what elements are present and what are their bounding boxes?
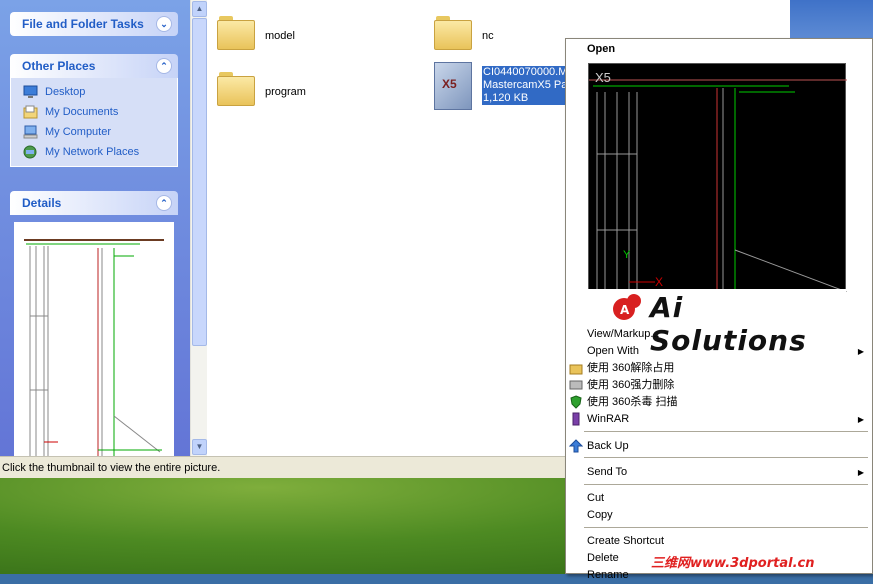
desktop-icon xyxy=(23,85,38,98)
menu-label: Open xyxy=(587,43,616,55)
folder-label: nc xyxy=(482,30,494,42)
folder-icon xyxy=(217,72,255,106)
other-places-header[interactable]: Other Places ⌃ xyxy=(10,54,178,78)
scroll-up-button[interactable]: ▲ xyxy=(192,1,207,17)
menu-open-with[interactable]: Open With ▶ xyxy=(566,343,872,360)
menu-label: 使用 360杀毒 扫描 xyxy=(587,396,678,408)
menu-label: View/Markup... xyxy=(587,328,660,340)
preview-version-label: X5 xyxy=(595,70,611,85)
expand-chevron-icon[interactable]: ⌄ xyxy=(156,16,172,32)
place-label: My Documents xyxy=(45,106,119,118)
menu-cut[interactable]: Cut xyxy=(566,490,872,507)
file-size: 1,120 KB xyxy=(483,92,529,104)
backup-icon xyxy=(569,439,583,453)
file-folder-tasks-panel: File and Folder Tasks ⌄ xyxy=(10,12,178,36)
details-thumbnail[interactable] xyxy=(14,222,174,456)
task-pane: File and Folder Tasks ⌄ Other Places ⌃ D… xyxy=(0,0,190,456)
menu-360-force-delete[interactable]: 使用 360强力删除 xyxy=(566,377,872,394)
menu-label: Rename xyxy=(587,569,629,581)
cad-preview: X5 X Y xyxy=(588,63,848,293)
place-label: My Computer xyxy=(45,126,112,138)
folder-item-model[interactable]: model xyxy=(217,8,337,54)
menu-label: Back Up xyxy=(587,440,629,452)
menu-separator xyxy=(584,457,868,458)
selected-file-text: CI0440070000.M MastercamX5 Par 1,120 KB xyxy=(482,66,568,105)
menu-back-up[interactable]: Back Up xyxy=(566,438,872,455)
file-folder-tasks-header[interactable]: File and Folder Tasks ⌄ xyxy=(10,12,178,36)
unlock-360-icon xyxy=(569,364,583,375)
collapse-chevron-icon[interactable]: ⌃ xyxy=(156,58,172,74)
place-my-documents[interactable]: My Documents xyxy=(11,102,177,122)
svg-text:A: A xyxy=(620,303,630,317)
my-computer-icon xyxy=(23,125,38,139)
folder-item-program[interactable]: program xyxy=(217,64,337,110)
folder-icon xyxy=(217,16,255,50)
mastercam-file-icon: X5 xyxy=(434,62,472,110)
shredder-icon xyxy=(569,380,583,390)
status-text: Click the thumbnail to view the entire p… xyxy=(2,462,221,474)
menu-label: Delete xyxy=(587,552,619,564)
menu-360-unlock[interactable]: 使用 360解除占用 xyxy=(566,360,872,377)
file-name: CI0440070000.M xyxy=(483,66,568,78)
details-title: Details xyxy=(22,196,62,210)
menu-label: 使用 360强力删除 xyxy=(587,379,675,391)
ai-solutions-logo: A Ai Solutions xyxy=(588,289,846,357)
cad-drawing-thumbnail xyxy=(24,239,164,456)
place-label: Desktop xyxy=(45,86,86,98)
network-places-icon xyxy=(23,145,37,159)
menu-send-to[interactable]: Send To ▶ xyxy=(566,464,872,481)
site-watermark: 三维网www.3dportal.cn xyxy=(651,556,815,571)
vertical-scrollbar[interactable]: ▲ ▼ xyxy=(190,0,207,456)
ai-logo-icon: A xyxy=(613,294,641,320)
cad-preview-drawing: X5 X Y xyxy=(589,70,848,293)
collapse-chevron-icon[interactable]: ⌃ xyxy=(156,195,172,211)
menu-create-shortcut[interactable]: Create Shortcut xyxy=(566,533,872,550)
menu-label: WinRAR xyxy=(587,413,630,425)
context-menu: Open X5 X Y A Ai Solutions View/Markup..… xyxy=(565,38,873,581)
scroll-thumb[interactable] xyxy=(192,18,207,346)
menu-winrar[interactable]: WinRAR ▶ xyxy=(566,411,872,428)
my-documents-icon xyxy=(23,105,38,119)
submenu-arrow-icon: ▶ xyxy=(857,347,864,356)
svg-text:X: X xyxy=(655,275,663,289)
svg-text:Y: Y xyxy=(623,249,631,261)
menu-separator xyxy=(584,431,868,432)
place-desktop[interactable]: Desktop xyxy=(11,82,177,102)
menu-label: 使用 360解除占用 xyxy=(587,362,675,374)
other-places-panel: Other Places ⌃ Desktop My Documents My C… xyxy=(10,54,178,167)
submenu-arrow-icon: ▶ xyxy=(857,468,864,477)
submenu-arrow-icon: ▶ xyxy=(857,415,864,424)
folder-item-nc[interactable]: nc xyxy=(434,8,554,54)
details-panel: Details ⌃ xyxy=(10,191,178,215)
menu-360-scan[interactable]: 使用 360杀毒 扫描 xyxy=(566,394,872,411)
place-my-computer[interactable]: My Computer xyxy=(11,122,177,142)
folder-icon xyxy=(434,16,472,50)
file-folder-tasks-title: File and Folder Tasks xyxy=(22,17,144,31)
place-my-network-places[interactable]: My Network Places xyxy=(11,142,177,162)
place-label: My Network Places xyxy=(45,146,140,158)
folder-label: model xyxy=(265,30,295,42)
menu-label: Open With xyxy=(587,345,639,357)
menu-open[interactable]: Open xyxy=(566,41,872,58)
menu-separator xyxy=(584,527,868,528)
scroll-down-button[interactable]: ▼ xyxy=(192,439,207,455)
menu-label: Copy xyxy=(587,509,613,521)
details-header[interactable]: Details ⌃ xyxy=(10,191,178,215)
menu-label: Create Shortcut xyxy=(587,535,665,547)
status-bar: Click the thumbnail to view the entire p… xyxy=(0,456,568,478)
menu-view-markup[interactable]: View/Markup... xyxy=(566,326,872,343)
file-type: MastercamX5 Par xyxy=(483,79,568,91)
folder-label: program xyxy=(265,86,306,98)
winrar-icon xyxy=(572,412,580,426)
menu-separator xyxy=(584,484,868,485)
menu-label: Cut xyxy=(587,492,605,504)
menu-label: Send To xyxy=(587,466,628,478)
menu-copy[interactable]: Copy xyxy=(566,507,872,524)
other-places-title: Other Places xyxy=(22,59,96,73)
antivirus-shield-icon xyxy=(570,395,582,409)
